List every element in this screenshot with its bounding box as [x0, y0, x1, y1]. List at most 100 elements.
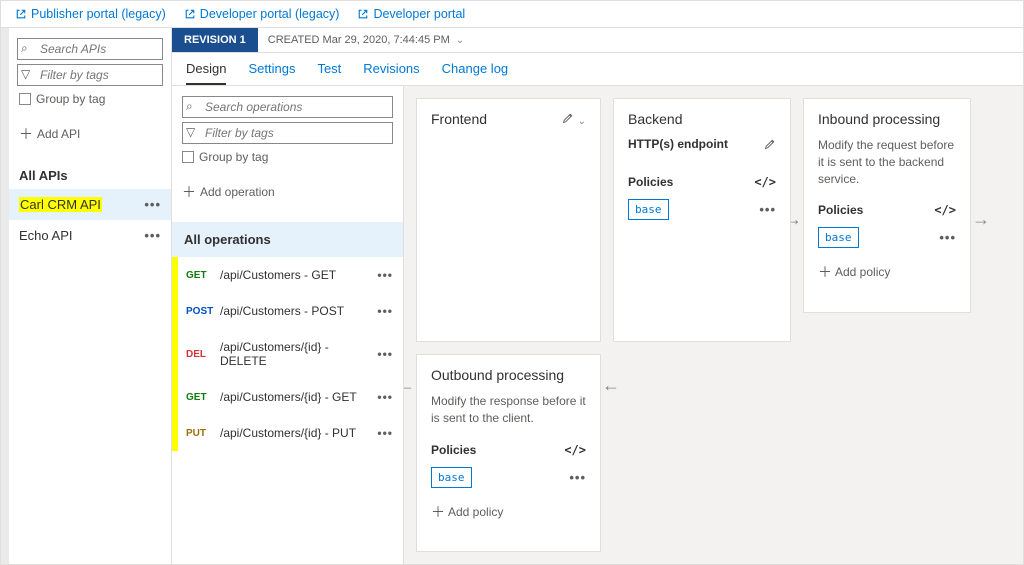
- frontend-title: Frontend: [431, 111, 487, 127]
- add-operation-label: Add operation: [200, 185, 275, 199]
- developer-portal-legacy-link[interactable]: Developer portal (legacy): [184, 7, 340, 21]
- plus-icon: ＋: [818, 262, 832, 282]
- plus-icon: ＋: [182, 182, 196, 202]
- ops-group-by-tag-checkbox[interactable]: Group by tag: [182, 150, 393, 164]
- developer-portal-link[interactable]: Developer portal: [357, 7, 465, 21]
- search-operations-input[interactable]: [182, 96, 393, 118]
- search-apis-input[interactable]: [17, 38, 163, 60]
- operations-column: ⌕ ▽ Group by tag ＋ Add operation: [172, 86, 404, 564]
- policies-label: Policies: [818, 203, 863, 217]
- backend-title: Backend: [628, 111, 682, 127]
- design-tabs: Design Settings Test Revisions Change lo…: [172, 53, 1023, 86]
- filter-operations-input[interactable]: [182, 122, 393, 144]
- operation-row[interactable]: GET /api/Customers/{id} - GET •••: [172, 379, 403, 415]
- add-policy-button[interactable]: ＋ Add policy: [818, 262, 956, 282]
- policies-label: Policies: [628, 175, 673, 189]
- api-item-carl-crm[interactable]: Carl CRM API •••: [9, 189, 171, 220]
- revision-bar: REVISION 1 CREATED Mar 29, 2020, 7:44:45…: [172, 28, 1023, 53]
- developer-portal-label: Developer portal: [373, 7, 465, 21]
- all-apis-header: All APIs: [19, 168, 161, 183]
- group-by-tag-label: Group by tag: [36, 92, 105, 106]
- arrow-left-icon: ←: [404, 375, 415, 396]
- http-verb: PUT: [186, 428, 216, 439]
- tab-changelog[interactable]: Change log: [442, 53, 509, 85]
- code-icon[interactable]: </>: [934, 203, 956, 217]
- operation-row[interactable]: DEL /api/Customers/{id} - DELETE •••: [172, 329, 403, 379]
- ops-group-by-tag-label: Group by tag: [199, 150, 268, 164]
- arrow-right-icon: →: [972, 209, 990, 230]
- add-api-label: Add API: [37, 127, 80, 141]
- inbound-desc: Modify the request before it is sent to …: [818, 137, 956, 187]
- revision-created[interactable]: CREATED Mar 29, 2020, 7:44:45 PM ⌄: [258, 34, 474, 46]
- filter-icon: ▽: [186, 125, 195, 139]
- policy-menu-icon[interactable]: •••: [569, 470, 586, 485]
- operation-menu-icon[interactable]: •••: [377, 268, 393, 282]
- inbound-card: → → Inbound processing Modify the reques…: [803, 98, 971, 313]
- outbound-desc: Modify the response before it is sent to…: [431, 393, 586, 427]
- filter-tags-input[interactable]: [17, 64, 163, 86]
- tab-design[interactable]: Design: [186, 53, 226, 85]
- external-link-icon: [357, 8, 369, 20]
- backend-card: Backend HTTP(s) endpoint Policies </> ba…: [613, 98, 791, 342]
- left-gutter: [1, 28, 9, 564]
- checkbox-icon: [182, 151, 194, 163]
- publisher-portal-link[interactable]: Publisher portal (legacy): [15, 7, 166, 21]
- inbound-title: Inbound processing: [818, 111, 940, 127]
- operation-row[interactable]: POST /api/Customers - POST •••: [172, 293, 403, 329]
- external-link-icon: [184, 8, 196, 20]
- plus-icon: ＋: [431, 502, 445, 522]
- search-icon: ⌕: [21, 41, 28, 56]
- operation-label: /api/Customers - GET: [216, 268, 377, 282]
- policy-menu-icon[interactable]: •••: [939, 230, 956, 245]
- api-item-label: Echo API: [19, 228, 72, 243]
- api-item-menu-icon[interactable]: •••: [144, 228, 161, 243]
- operation-row[interactable]: PUT /api/Customers/{id} - PUT •••: [172, 415, 403, 451]
- add-api-button[interactable]: ＋ Add API: [19, 124, 161, 144]
- pencil-icon[interactable]: [562, 112, 574, 124]
- code-icon[interactable]: </>: [564, 443, 586, 457]
- operation-label: /api/Customers/{id} - DELETE: [216, 340, 377, 368]
- operation-menu-icon[interactable]: •••: [377, 390, 393, 404]
- all-operations-row[interactable]: All operations: [172, 222, 403, 257]
- outbound-card: ← ← Outbound processing Modify the respo…: [416, 354, 601, 552]
- tab-revisions[interactable]: Revisions: [363, 53, 419, 85]
- tab-settings[interactable]: Settings: [248, 53, 295, 85]
- search-icon: ⌕: [186, 99, 193, 114]
- revision-badge[interactable]: REVISION 1: [172, 28, 258, 52]
- highlight-bar: [172, 257, 178, 451]
- chevron-down-icon[interactable]: ⌄: [578, 116, 586, 127]
- base-policy-tag[interactable]: base: [818, 227, 859, 248]
- tab-test[interactable]: Test: [317, 53, 341, 85]
- developer-portal-legacy-label: Developer portal (legacy): [200, 7, 340, 21]
- api-sidebar: ⌕ ▽ Group by tag ＋ Add API All APIs Carl…: [9, 28, 172, 564]
- base-policy-tag[interactable]: base: [431, 467, 472, 488]
- api-item-menu-icon[interactable]: •••: [144, 197, 161, 212]
- filter-icon: ▽: [21, 67, 30, 81]
- code-icon[interactable]: </>: [754, 175, 776, 189]
- operation-label: /api/Customers - POST: [216, 304, 377, 318]
- add-operation-button[interactable]: ＋ Add operation: [182, 182, 393, 202]
- arrow-left-icon: ←: [602, 375, 620, 396]
- operation-row[interactable]: GET /api/Customers - GET •••: [172, 257, 403, 293]
- http-verb: GET: [186, 270, 216, 281]
- operation-menu-icon[interactable]: •••: [377, 426, 393, 440]
- add-policy-button[interactable]: ＋ Add policy: [431, 502, 586, 522]
- policies-label: Policies: [431, 443, 476, 457]
- checkbox-icon: [19, 93, 31, 105]
- group-by-tag-checkbox[interactable]: Group by tag: [19, 92, 161, 106]
- frontend-actions: ⌄: [562, 112, 586, 127]
- base-policy-tag[interactable]: base: [628, 199, 669, 220]
- http-verb: GET: [186, 392, 216, 403]
- policy-menu-icon[interactable]: •••: [759, 202, 776, 217]
- policy-cards-area: Frontend ⌄ → → Inbound processing: [404, 86, 1023, 564]
- http-verb: POST: [186, 306, 216, 317]
- operation-label: /api/Customers/{id} - GET: [216, 390, 377, 404]
- add-policy-label: Add policy: [835, 265, 890, 279]
- add-policy-label: Add policy: [448, 505, 503, 519]
- external-link-icon: [15, 8, 27, 20]
- operation-menu-icon[interactable]: •••: [377, 304, 393, 318]
- pencil-icon[interactable]: [764, 138, 776, 150]
- operation-menu-icon[interactable]: •••: [377, 347, 393, 361]
- api-item-echo[interactable]: Echo API •••: [9, 220, 171, 251]
- operations-list: GET /api/Customers - GET ••• POST /api/C…: [172, 257, 403, 451]
